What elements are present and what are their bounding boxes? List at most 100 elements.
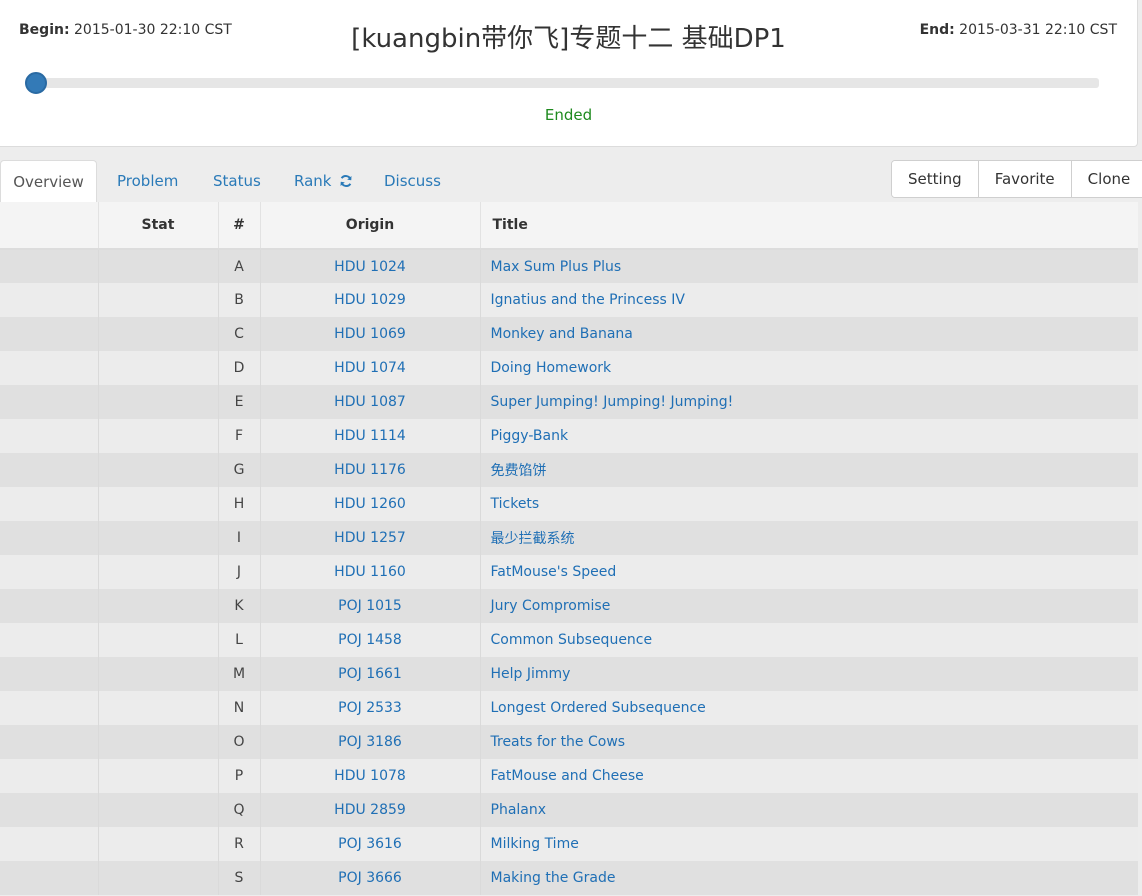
row-origin-cell: HDU 1176 bbox=[259, 453, 480, 487]
row-num: C bbox=[234, 326, 244, 342]
header-num: # bbox=[217, 202, 260, 250]
row-num: N bbox=[217, 691, 260, 725]
row-title-cell: Making the Grade bbox=[479, 861, 1138, 895]
row-title-link[interactable]: Treats for the Cows bbox=[491, 734, 626, 750]
header-stat: Stat bbox=[97, 202, 218, 250]
row-num: R bbox=[234, 836, 244, 852]
row-title-link[interactable]: Ignatius and the Princess IV bbox=[491, 292, 685, 308]
row-origin-cell: HDU 1024 bbox=[259, 249, 480, 283]
tab-discuss[interactable]: Discuss bbox=[384, 160, 441, 202]
row-title-cell: 免费馅饼 bbox=[479, 453, 1138, 487]
header-title: Title bbox=[479, 202, 1138, 250]
row-title-link[interactable]: Tickets bbox=[491, 496, 540, 512]
row-title-cell: Max Sum Plus Plus bbox=[479, 249, 1138, 283]
row-stat bbox=[97, 657, 218, 691]
table-row: N POJ 2533 Longest Ordered Subsequence bbox=[0, 691, 1138, 725]
row-origin-link[interactable]: HDU 1260 bbox=[334, 496, 406, 512]
row-origin-link[interactable]: POJ 3186 bbox=[338, 734, 402, 750]
row-title-link[interactable]: Piggy-Bank bbox=[491, 428, 569, 444]
row-num: F bbox=[234, 428, 244, 444]
row-origin-link[interactable]: HDU 1114 bbox=[334, 428, 406, 444]
row-origin-cell: HDU 1074 bbox=[259, 351, 480, 385]
row-origin-link[interactable]: POJ 3616 bbox=[338, 836, 402, 852]
favorite-button[interactable]: Favorite bbox=[977, 161, 1071, 197]
row-origin-link[interactable]: POJ 2533 bbox=[338, 700, 402, 716]
row-title-link[interactable]: Making the Grade bbox=[491, 870, 616, 886]
row-title-cell: FatMouse and Cheese bbox=[479, 759, 1138, 793]
tab-problem[interactable]: Problem bbox=[117, 160, 178, 202]
row-origin-link[interactable]: POJ 1458 bbox=[338, 632, 402, 648]
row-origin-link[interactable]: HDU 1087 bbox=[334, 394, 406, 410]
row-title-link[interactable]: FatMouse and Cheese bbox=[491, 768, 644, 784]
row-title-link[interactable]: Phalanx bbox=[491, 802, 547, 818]
problem-table: Stat # Origin Title A HDU 1024 Max Sum Plu… bbox=[0, 202, 1138, 895]
refresh-icon[interactable] bbox=[339, 162, 353, 204]
row-origin-link[interactable]: HDU 1160 bbox=[334, 564, 406, 580]
table-row: S POJ 3666 Making the Grade bbox=[0, 861, 1138, 895]
setting-button[interactable]: Setting bbox=[892, 161, 978, 197]
row-title-link[interactable]: Longest Ordered Subsequence bbox=[491, 700, 706, 716]
row-blank bbox=[0, 725, 98, 759]
contest-status: Ended bbox=[544, 106, 593, 124]
row-num: J bbox=[217, 555, 260, 589]
row-title-cell: 最少拦截系统 bbox=[479, 521, 1138, 555]
row-origin-link[interactable]: HDU 1024 bbox=[334, 259, 406, 275]
tab-status[interactable]: Status bbox=[213, 160, 261, 202]
row-title-link[interactable]: Common Subsequence bbox=[491, 632, 653, 648]
row-stat bbox=[97, 351, 218, 385]
row-title-cell: Milking Time bbox=[479, 827, 1138, 861]
row-num: S bbox=[217, 861, 260, 895]
tab-overview[interactable]: Overview bbox=[0, 160, 97, 202]
row-origin-link[interactable]: POJ 3666 bbox=[338, 870, 402, 886]
row-origin-link[interactable]: HDU 1078 bbox=[334, 768, 406, 784]
progress-slider-handle[interactable] bbox=[25, 72, 47, 94]
end-time: End: 2015-03-31 22:10 CST bbox=[920, 22, 1117, 38]
row-num: K bbox=[217, 589, 260, 623]
row-title-link[interactable]: FatMouse's Speed bbox=[491, 564, 617, 580]
row-stat bbox=[97, 385, 218, 419]
row-title-cell: Ignatius and the Princess IV bbox=[479, 283, 1138, 317]
row-title-link[interactable]: 免费馅饼 bbox=[491, 463, 547, 479]
row-origin-cell: HDU 1114 bbox=[259, 419, 480, 453]
contest-header: Begin: 2015-01-30 22:10 CST [kuangbin带你飞… bbox=[0, 0, 1138, 147]
row-blank bbox=[0, 861, 98, 895]
row-title-link[interactable]: Max Sum Plus Plus bbox=[491, 259, 622, 275]
row-num: E bbox=[217, 385, 260, 419]
end-value: 2015-03-31 22:10 CST bbox=[959, 22, 1117, 38]
row-title-link[interactable]: Super Jumping! Jumping! Jumping! bbox=[491, 394, 734, 410]
row-num: A bbox=[217, 249, 260, 283]
row-stat bbox=[97, 487, 218, 521]
row-num: O bbox=[217, 725, 260, 759]
row-title-cell: Phalanx bbox=[479, 793, 1138, 827]
row-title-link[interactable]: Jury Compromise bbox=[491, 598, 611, 614]
row-title-link[interactable]: Monkey and Banana bbox=[491, 326, 633, 342]
contest-progress-fill bbox=[36, 78, 1099, 88]
row-title-cell: Super Jumping! Jumping! Jumping! bbox=[479, 385, 1138, 419]
row-blank bbox=[0, 657, 98, 691]
row-num: D bbox=[233, 360, 245, 376]
row-blank bbox=[0, 623, 98, 657]
row-origin-link[interactable]: POJ 1015 bbox=[338, 598, 402, 614]
end-label: End: bbox=[919, 22, 955, 38]
row-title-link[interactable]: Doing Homework bbox=[491, 360, 612, 376]
row-title-link[interactable]: Help Jimmy bbox=[491, 666, 571, 682]
row-origin-link[interactable]: HDU 1176 bbox=[334, 462, 406, 478]
row-origin-link[interactable]: HDU 1029 bbox=[334, 292, 406, 308]
row-origin-link[interactable]: HDU 2859 bbox=[334, 802, 406, 818]
row-origin-link[interactable]: HDU 1257 bbox=[334, 530, 406, 546]
row-origin-link[interactable]: POJ 1661 bbox=[338, 666, 402, 682]
row-origin-link[interactable]: HDU 1074 bbox=[334, 360, 406, 376]
row-num: S bbox=[234, 870, 244, 886]
row-num: K bbox=[234, 598, 244, 614]
row-origin-link[interactable]: HDU 1069 bbox=[334, 326, 406, 342]
row-origin-cell: HDU 1257 bbox=[259, 521, 480, 555]
row-title-cell: Help Jimmy bbox=[479, 657, 1138, 691]
clone-button[interactable]: Clone bbox=[1070, 161, 1142, 197]
row-origin-cell: POJ 3616 bbox=[259, 827, 480, 861]
row-stat bbox=[97, 249, 218, 283]
row-num: M bbox=[217, 657, 260, 691]
row-title-link[interactable]: Milking Time bbox=[491, 836, 579, 852]
table-row: Q HDU 2859 Phalanx bbox=[0, 793, 1138, 827]
tab-rank[interactable]: Rank bbox=[294, 160, 353, 202]
row-title-link[interactable]: 最少拦截系统 bbox=[491, 531, 575, 547]
